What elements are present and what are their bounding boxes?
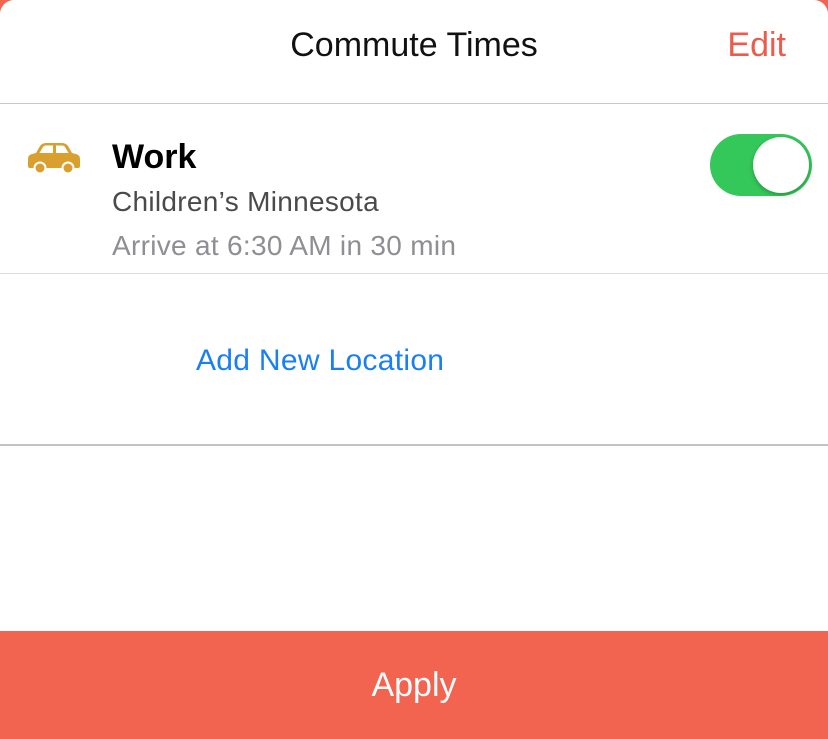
commute-enabled-toggle[interactable] — [710, 134, 812, 196]
edit-button[interactable]: Edit — [727, 26, 786, 65]
add-new-location-button[interactable]: Add New Location — [196, 344, 444, 378]
header: Commute Times Edit — [0, 0, 828, 104]
add-location-section: Add New Location — [0, 275, 828, 446]
commute-arrival-detail: Arrive at 6:30 AM in 30 min — [112, 230, 457, 261]
commute-location: Children’s Minnesota — [112, 186, 379, 217]
car-icon — [28, 143, 80, 174]
toggle-knob — [753, 137, 809, 193]
commute-row-work[interactable]: Work Children’s Minnesota Arrive at 6:30… — [0, 104, 828, 274]
commute-times-sheet: Commute Times Edit Work Children’s Minne… — [0, 0, 828, 631]
page-title: Commute Times — [290, 26, 538, 64]
commute-title: Work — [112, 138, 197, 176]
apply-button[interactable]: Apply — [0, 631, 828, 739]
apply-label: Apply — [371, 665, 457, 704]
